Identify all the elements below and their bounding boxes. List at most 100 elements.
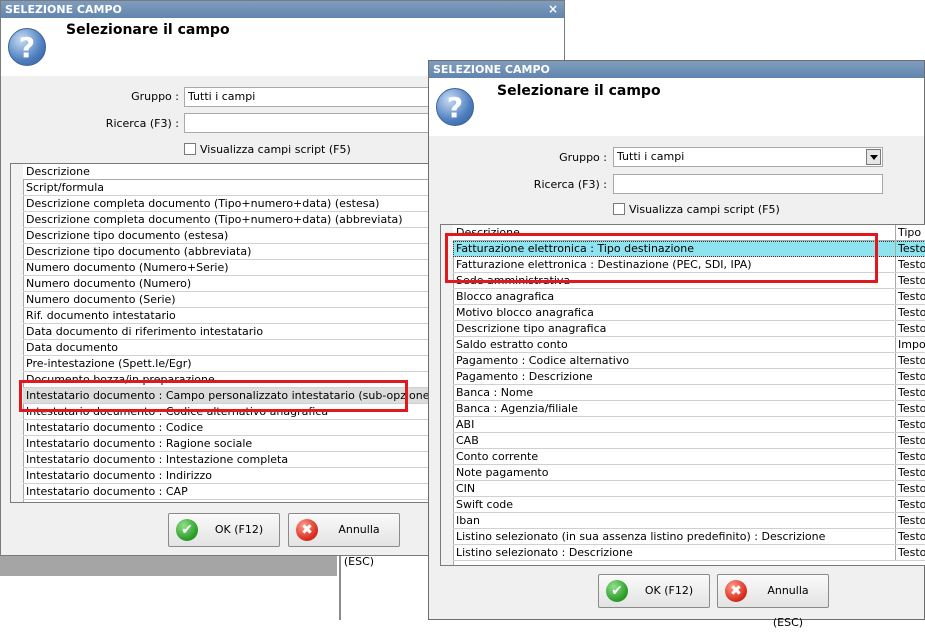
table-row[interactable]: Numero documento (Numero)	[23, 276, 429, 292]
ok-button[interactable]: ✔ OK (F12)	[598, 574, 710, 608]
table-row[interactable]: Descrizione tipo documento (estesa)	[23, 228, 429, 244]
question-icon: ?	[436, 88, 474, 126]
row-description: Listino selezionato : Descrizione	[456, 546, 633, 559]
cancel-button[interactable]: ✖ Annulla (ESC)	[288, 513, 400, 568]
table-row[interactable]: Pagamento : Codice alternativo Testo	[453, 353, 925, 369]
table-row[interactable]: Saldo estratto conto Impor	[453, 337, 925, 353]
row-description: Numero documento (Numero)	[26, 277, 192, 290]
row-description: Pre-intestazione (Spett.le/Egr)	[26, 357, 192, 370]
row-description: Pagamento : Descrizione	[456, 370, 593, 383]
cancel-button[interactable]: ✖ Annulla (ESC)	[717, 574, 829, 629]
row-description: CIN	[456, 482, 476, 495]
row-type: Testo	[895, 385, 925, 400]
row-type: Impor	[895, 337, 925, 352]
row-description: Descrizione tipo documento (estesa)	[26, 229, 229, 242]
table-row[interactable]: Intestatario documento : Indirizzo	[23, 468, 429, 484]
row-type: Testo	[895, 513, 925, 528]
row-description: Descrizione completa documento (Tipo+num…	[26, 213, 403, 226]
row-type: Testo	[895, 497, 925, 512]
background-divider	[339, 556, 341, 620]
group-label: Gruppo :	[559, 151, 607, 164]
row-type: Testo	[895, 529, 925, 544]
group-select-value: Tutti i campi	[188, 90, 256, 103]
row-type: Testo	[895, 449, 925, 464]
dialog-header: ? Selezionare il campo	[429, 78, 924, 136]
script-fields-checkbox[interactable]	[184, 143, 196, 155]
script-fields-checkbox[interactable]	[613, 203, 625, 215]
highlight-box	[19, 380, 408, 412]
row-description: Saldo estratto conto	[456, 338, 568, 351]
row-description: Swift code	[456, 498, 514, 511]
background-panel	[0, 556, 337, 576]
title-bar[interactable]: SELEZIONE CAMPO	[429, 61, 924, 78]
column-header-tipo[interactable]: Tipo	[895, 225, 921, 240]
group-label: Gruppo :	[131, 90, 179, 103]
row-description: Rif. documento intestatario	[26, 309, 176, 322]
row-description: Pagamento : Codice alternativo	[456, 354, 630, 367]
row-description: ABI	[456, 418, 475, 431]
row-description: Blocco anagrafica	[456, 290, 555, 303]
table-row[interactable]: Banca : Agenzia/filiale Testo	[453, 401, 925, 417]
table-row[interactable]: Motivo blocco anagrafica Testo	[453, 305, 925, 321]
row-description: Script/formula	[26, 181, 105, 194]
table-row[interactable]: CIN Testo	[453, 481, 925, 497]
dialog-heading: Selezionare il campo	[66, 22, 230, 38]
table-row[interactable]: Banca : Nome Testo	[453, 385, 925, 401]
row-description: Conto corrente	[456, 450, 539, 463]
fields-grid[interactable]: Descrizione Script/formula Descrizione co…	[10, 163, 430, 503]
table-row[interactable]: Iban Testo	[453, 513, 925, 529]
group-select[interactable]: Tutti i campi	[613, 147, 883, 167]
row-type: Testo	[895, 481, 925, 496]
search-input[interactable]	[184, 113, 444, 133]
row-description: CAB	[456, 434, 479, 447]
table-row[interactable]: ABI Testo	[453, 417, 925, 433]
table-row[interactable]: Listino selezionato : Descrizione Testo	[453, 545, 925, 561]
table-row[interactable]: Intestatario documento : CAP	[23, 484, 429, 500]
table-row[interactable]: Rif. documento intestatario	[23, 308, 429, 324]
row-description: Motivo blocco anagrafica	[456, 306, 594, 319]
search-label: Ricerca (F3) :	[105, 117, 179, 130]
table-row[interactable]: Note pagamento Testo	[453, 465, 925, 481]
row-type: Testo	[895, 417, 925, 432]
table-row[interactable]: Descrizione completa documento (Tipo+num…	[23, 212, 429, 228]
table-row[interactable]: Script/formula	[23, 180, 429, 196]
table-row[interactable]: Descrizione tipo anagrafica Testo	[453, 321, 925, 337]
ok-button[interactable]: ✔ OK (F12)	[168, 513, 280, 547]
row-description: Intestatario documento : Ragione sociale	[26, 437, 253, 450]
column-header-descrizione[interactable]: Descrizione	[23, 164, 90, 179]
table-row[interactable]: Numero documento (Serie)	[23, 292, 429, 308]
row-type: Testo	[895, 321, 925, 336]
cancel-button-label: Annulla (ESC)	[767, 584, 809, 629]
table-row[interactable]: Data documento di riferimento intestatar…	[23, 324, 429, 340]
group-select[interactable]: Tutti i campi	[184, 87, 444, 107]
row-description: Descrizione tipo documento (abbreviata)	[26, 245, 252, 258]
row-type: Testo	[895, 273, 925, 288]
table-row[interactable]: Conto corrente Testo	[453, 449, 925, 465]
close-icon[interactable]: ×	[548, 1, 558, 18]
table-row[interactable]: Intestatario documento : Codice	[23, 420, 429, 436]
table-row[interactable]: Pagamento : Descrizione Testo	[453, 369, 925, 385]
table-row[interactable]: Intestatario documento : Ragione sociale	[23, 436, 429, 452]
question-icon: ?	[8, 28, 46, 66]
table-row[interactable]: Numero documento (Numero+Serie)	[23, 260, 429, 276]
check-icon: ✔	[606, 580, 628, 602]
row-description: Data documento di riferimento intestatar…	[26, 325, 264, 338]
search-input[interactable]	[613, 174, 883, 194]
row-type: Testo	[895, 433, 925, 448]
row-description: Numero documento (Numero+Serie)	[26, 261, 229, 274]
title-bar[interactable]: SELEZIONE CAMPO ×	[1, 1, 564, 18]
table-row[interactable]: Listino selezionato (in sua assenza list…	[453, 529, 925, 545]
table-row[interactable]: Blocco anagrafica Testo	[453, 289, 925, 305]
script-fields-label: Visualizza campi script (F5)	[629, 203, 780, 216]
row-description: Descrizione tipo anagrafica	[456, 322, 607, 335]
row-description: Banca : Nome	[456, 386, 534, 399]
chevron-down-icon[interactable]	[866, 149, 881, 165]
table-row[interactable]: Descrizione tipo documento (abbreviata)	[23, 244, 429, 260]
table-row[interactable]: Descrizione completa documento (Tipo+num…	[23, 196, 429, 212]
table-row[interactable]: Pre-intestazione (Spett.le/Egr)	[23, 356, 429, 372]
table-row[interactable]: Intestatario documento : Intestazione co…	[23, 452, 429, 468]
table-row[interactable]: Swift code Testo	[453, 497, 925, 513]
row-description: Intestatario documento : Indirizzo	[26, 469, 212, 482]
table-row[interactable]: Data documento	[23, 340, 429, 356]
table-row[interactable]: CAB Testo	[453, 433, 925, 449]
